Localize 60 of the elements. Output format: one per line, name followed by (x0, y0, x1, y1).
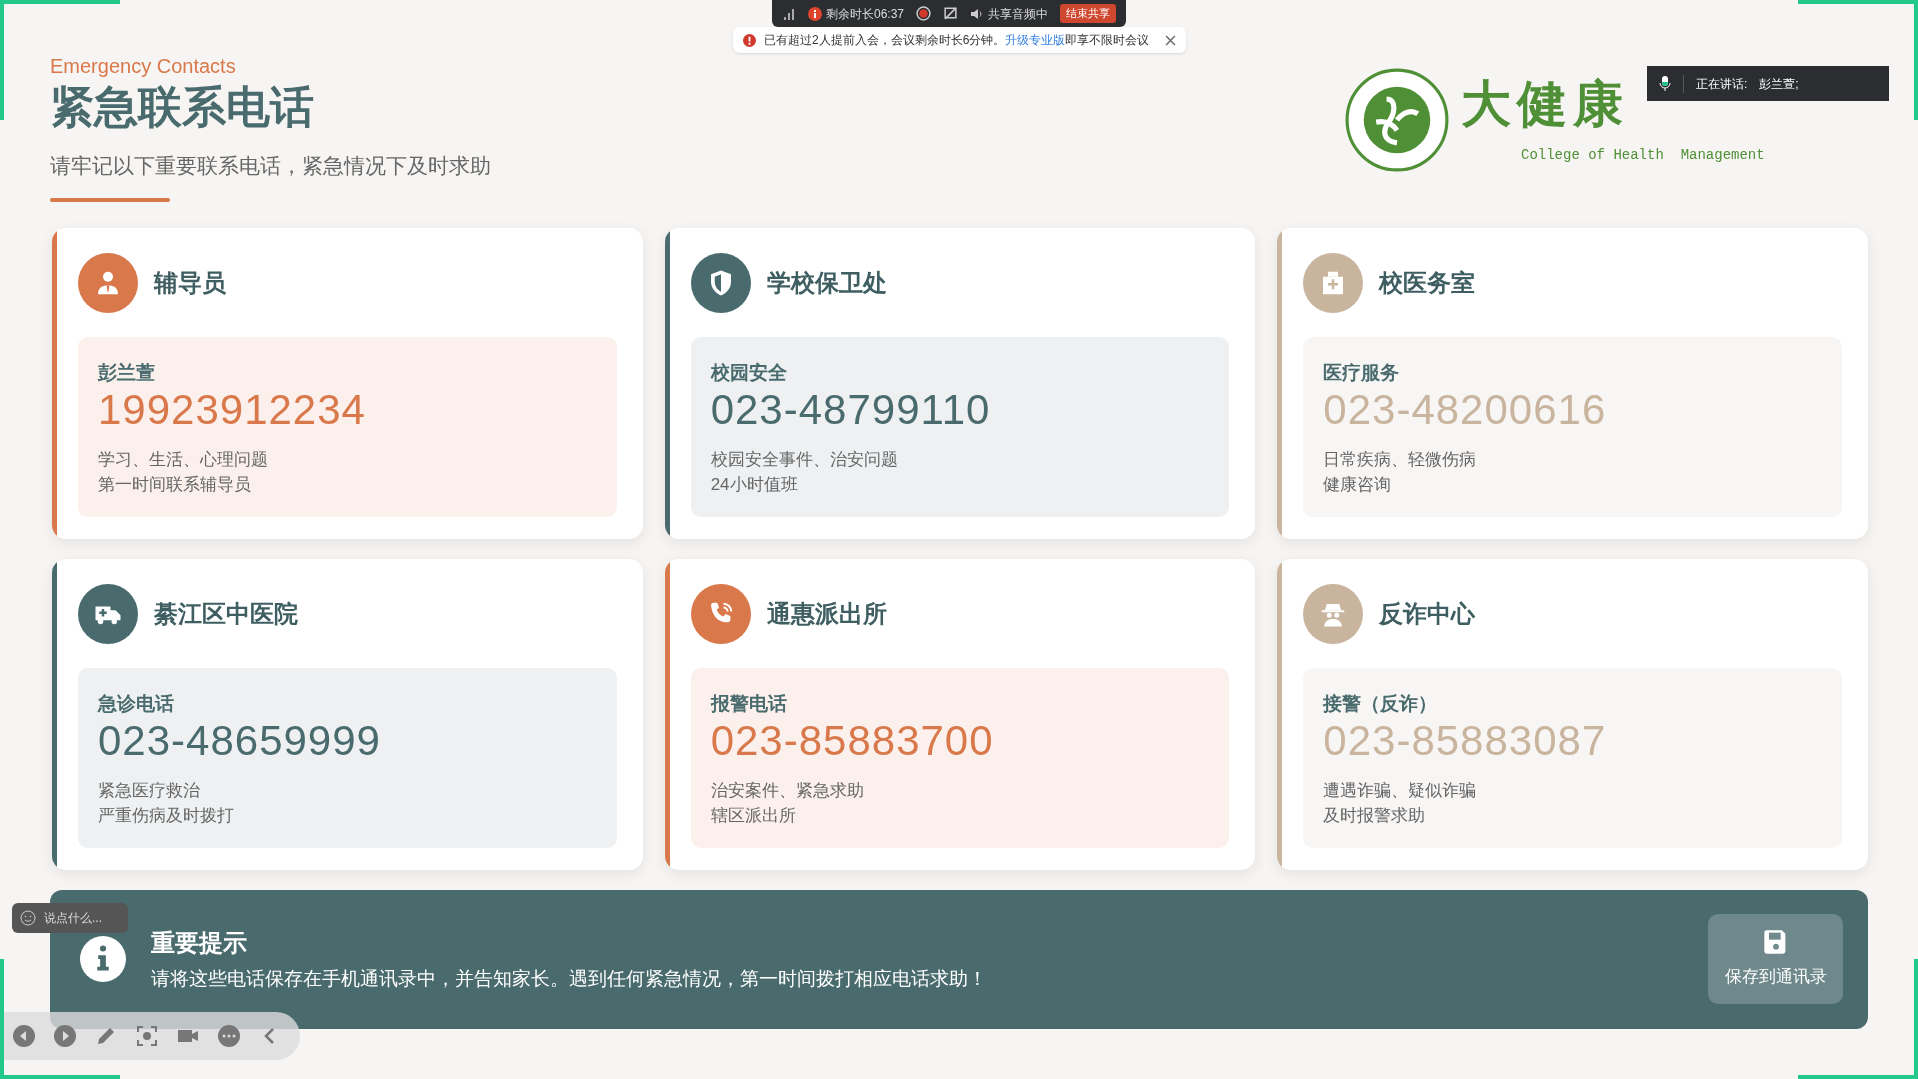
card-title: 反诈中心 (1379, 598, 1476, 629)
audio-sharing-status: 共享音频中 (988, 5, 1049, 23)
more-icon[interactable] (217, 1024, 241, 1048)
contact-note: 校园安全事件、治安问题 (710, 448, 899, 471)
page-subtitle: Emergency Contacts (50, 54, 237, 79)
phone-number: 023-48799110 (710, 385, 992, 436)
close-icon[interactable] (1165, 34, 1177, 46)
contact-label: 接警（反诈） (1323, 691, 1439, 716)
contact-label: 彭兰萱 (98, 360, 156, 385)
contact-note: 健康咨询 (1323, 473, 1393, 496)
save-contacts-button[interactable]: 保存到通讯录 (1708, 914, 1843, 1004)
card-title: 辅导员 (154, 267, 226, 298)
contact-label: 校园安全 (710, 360, 788, 385)
contact-note: 严重伤病及时拨打 (98, 804, 235, 827)
info-icon (808, 6, 822, 21)
notice-text: 已有超过2人提前入会，会议剩余时长6分钟。升级专业版即享不限时会议 (764, 32, 1150, 49)
college-name: 大健康 (1461, 79, 1629, 130)
record-icon[interactable] (916, 6, 932, 21)
end-sharing-button[interactable]: 结束共享 (1060, 4, 1117, 23)
speaking-label: 正在讲话: (1696, 75, 1748, 93)
contact-note: 24小时值班 (710, 473, 799, 496)
card-title: 通惠派出所 (766, 598, 887, 629)
contact-note: 遭遇诈骗、疑似诈骗 (1323, 779, 1478, 802)
contact-label: 急诊电话 (98, 691, 175, 716)
contact-note: 日常疾病、轻微伤病 (1323, 448, 1478, 471)
page-title: 紧急联系电话 (50, 81, 315, 133)
contact-note: 紧急医疗救治 (98, 779, 201, 802)
contact-label: 医疗服务 (1323, 360, 1401, 385)
smiley-icon (20, 910, 36, 926)
phone-number: 19923912234 (98, 385, 367, 436)
remaining-time: 剩余时长06:37 (826, 5, 905, 23)
phone-number: 023-48200616 (1323, 385, 1608, 436)
contact-label: 报警电话 (710, 691, 788, 716)
upgrade-link[interactable]: 升级专业版 (1005, 33, 1066, 47)
chat-input-field[interactable]: 说点什么... (12, 903, 128, 933)
card-title: 学校保卫处 (766, 267, 887, 298)
contact-note: 治安案件、紧急求助 (710, 779, 865, 802)
info-icon (80, 936, 126, 982)
card-title: 校医务室 (1379, 267, 1476, 298)
contact-note: 及时报警求助 (1323, 804, 1427, 827)
speaker-name: 彭兰萱; (1759, 75, 1799, 93)
contact-note: 辖区派出所 (710, 804, 797, 827)
tip-title: 重要提示 (151, 927, 248, 958)
contact-note: 第一时间联系辅导员 (98, 473, 252, 496)
contact-note: 学习、生活、心理问题 (98, 448, 269, 471)
phone-number: 023-48659999 (98, 716, 382, 767)
annotation-off-icon[interactable] (943, 6, 959, 21)
signal-icon (782, 6, 796, 21)
phone-number: 023-85883087 (1323, 716, 1608, 767)
page-description: 请牢记以下重要联系电话，紧急情况下及时求助 (50, 153, 491, 179)
college-english-name: College of Health Management (1521, 146, 1765, 166)
tip-text: 请将这些电话保存在手机通讯录中，并告知家长。遇到任何紧急情况，第一时间拨打相应电话求助！ (151, 966, 988, 991)
phone-number: 023-85883700 (710, 716, 995, 767)
microphone-icon (1659, 75, 1671, 92)
play-icon[interactable] (53, 1024, 77, 1048)
screenshot-icon[interactable] (135, 1024, 159, 1048)
card-title: 綦江区中医院 (154, 598, 298, 629)
warning-icon (743, 33, 756, 47)
previous-icon[interactable] (12, 1024, 36, 1048)
college-seal-icon (1345, 67, 1449, 172)
